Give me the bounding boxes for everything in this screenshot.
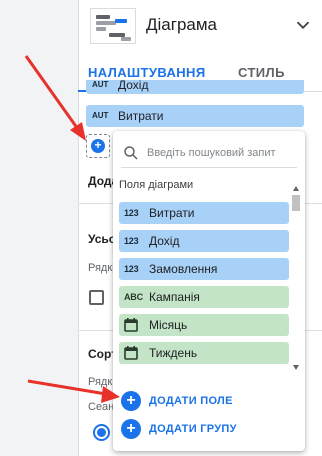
- annotation-arrows: [24, 55, 120, 403]
- annotation-arrow-icon: [24, 55, 86, 141]
- annotation-arrow-icon: [27, 379, 120, 403]
